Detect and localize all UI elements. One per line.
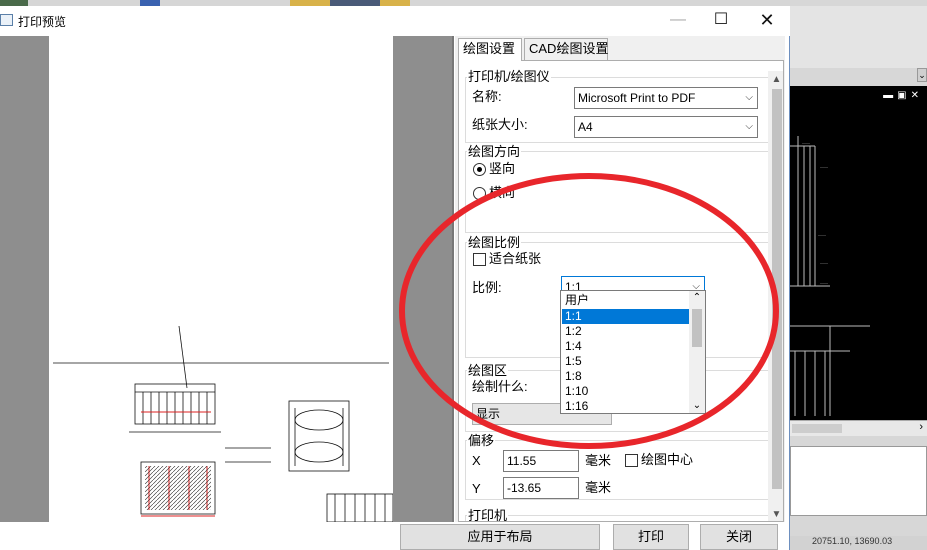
scroll-right-icon[interactable]: ›	[919, 421, 923, 433]
scale-option-1-4[interactable]: 1:4	[562, 339, 690, 354]
offset-x-unit: 毫米	[585, 453, 612, 468]
orientation-group-title: 绘图方向	[467, 144, 522, 159]
paper-size-select[interactable]: A4 ⌵	[574, 116, 758, 138]
title-bar: 打印预览 — ☐ ✕	[0, 6, 790, 36]
chevron-down-icon: ⌄	[917, 68, 927, 82]
printer-name-select[interactable]: Microsoft Print to PDF ⌵	[574, 87, 758, 109]
fit-to-paper-label: 适合纸张	[489, 251, 542, 266]
svg-text:——: ——	[802, 140, 810, 145]
portrait-label: 竖向	[489, 161, 516, 176]
svg-text:——: ——	[820, 280, 828, 285]
settings-pane: 绘图设置 CAD绘图设置 打印机/绘图仪 名称: Microsoft Print…	[455, 36, 785, 522]
cad-status-coordinates: 20751.10, 13690.03	[790, 536, 927, 550]
scale-option-1-5[interactable]: 1:5	[562, 354, 690, 369]
pane-divider[interactable]	[452, 36, 454, 522]
print-preview-dialog: 打印预览 — ☐ ✕ 绘图设置 CAD绘图设置 打印机/绘图仪 名称: Micr…	[0, 6, 790, 550]
plot-area-group-title: 绘图区	[467, 363, 509, 378]
scale-option-1-16[interactable]: 1:16	[562, 399, 690, 413]
printer-section-title: 打印机	[467, 508, 509, 522]
dropdown-scroll-thumb[interactable]	[692, 309, 702, 347]
paper-size-value: A4	[578, 120, 593, 134]
portrait-radio[interactable]	[473, 163, 486, 176]
landscape-label: 横向	[489, 185, 516, 200]
offset-x-label: X	[472, 453, 481, 468]
offset-y-unit: 毫米	[585, 480, 612, 495]
printer-name-value: Microsoft Print to PDF	[578, 91, 696, 105]
maximize-button[interactable]: ☐	[698, 6, 744, 34]
scale-option-1-1[interactable]: 1:1	[562, 309, 690, 324]
svg-text:——: ——	[820, 260, 828, 265]
offset-y-label: Y	[472, 481, 481, 496]
settings-scroll-thumb[interactable]	[772, 89, 782, 489]
preview-drawing	[53, 325, 393, 522]
plot-center-label: 绘图中心	[641, 452, 694, 467]
cad-drawing-view: ▬▣✕ —— —— —— —— ——	[790, 86, 927, 420]
printer-group-title: 打印机/绘图仪	[467, 69, 551, 84]
svg-text:——: ——	[820, 164, 828, 169]
scale-label: 比例:	[472, 280, 502, 295]
what-to-plot-value: 显示	[476, 407, 501, 421]
cad-horizontal-scrollbar[interactable]: ›	[790, 420, 927, 436]
scroll-up-icon[interactable]: ⌃	[689, 291, 705, 305]
tab-cad-plot-settings[interactable]: CAD绘图设置	[524, 38, 608, 60]
close-window-button[interactable]: ✕	[744, 6, 790, 34]
scale-option-1-8[interactable]: 1:8	[562, 369, 690, 384]
offset-y-input[interactable]: -13.65	[503, 477, 579, 499]
preview-margin	[393, 36, 452, 522]
printer-name-label: 名称:	[472, 89, 502, 104]
offset-x-input[interactable]: 11.55	[503, 450, 579, 472]
landscape-radio[interactable]	[473, 187, 486, 200]
fit-to-paper-checkbox[interactable]	[473, 253, 486, 266]
preview-pane	[0, 36, 452, 522]
app-icon	[0, 14, 13, 26]
chevron-down-icon: ⌵	[745, 92, 753, 103]
scroll-up-icon[interactable]: ▲	[768, 71, 783, 88]
printer-section-group	[465, 515, 768, 521]
window-title: 打印预览	[18, 15, 67, 29]
scale-option-1-2[interactable]: 1:2	[562, 324, 690, 339]
close-button[interactable]: 关闭	[700, 524, 778, 550]
settings-scrollbar[interactable]: ▲ ▼	[768, 71, 783, 521]
what-to-plot-label: 绘制什么:	[472, 379, 528, 394]
scroll-down-icon[interactable]: ▼	[768, 506, 783, 521]
cad-window-controls: ▬▣✕	[883, 90, 923, 101]
background-cad-app: ⌄ ▬▣✕ —— —— —— —— —— › 20751.10, 13690.0…	[790, 0, 927, 550]
scale-group-title: 绘图比例	[467, 235, 522, 250]
svg-text:——: ——	[818, 232, 826, 237]
paper-size-label: 纸张大小:	[472, 117, 528, 132]
background-cad-toolbar	[790, 6, 927, 68]
cad-command-area	[790, 446, 927, 516]
chevron-down-icon: ⌵	[745, 121, 753, 132]
scroll-thumb[interactable]	[792, 424, 842, 433]
minimize-button[interactable]: —	[655, 6, 701, 34]
plot-center-checkbox[interactable]	[625, 454, 638, 467]
scale-option-user[interactable]: 用户	[562, 293, 690, 308]
dropdown-scrollbar[interactable]: ⌃ ⌄	[689, 291, 705, 413]
tab-plot-settings[interactable]: 绘图设置	[458, 38, 522, 61]
offset-group-title: 偏移	[467, 433, 496, 448]
apply-to-layout-button[interactable]: 应用于布局	[400, 524, 600, 550]
preview-paper	[49, 36, 393, 522]
scroll-down-icon[interactable]: ⌄	[689, 399, 705, 413]
scale-option-1-10[interactable]: 1:10	[562, 384, 690, 399]
cad-drawing-lines: —— —— —— —— ——	[790, 136, 870, 416]
print-button[interactable]: 打印	[613, 524, 689, 550]
scale-dropdown-list: 用户 1:1 1:2 1:4 1:5 1:8 1:10 1:16 ⌃ ⌄	[560, 290, 706, 414]
